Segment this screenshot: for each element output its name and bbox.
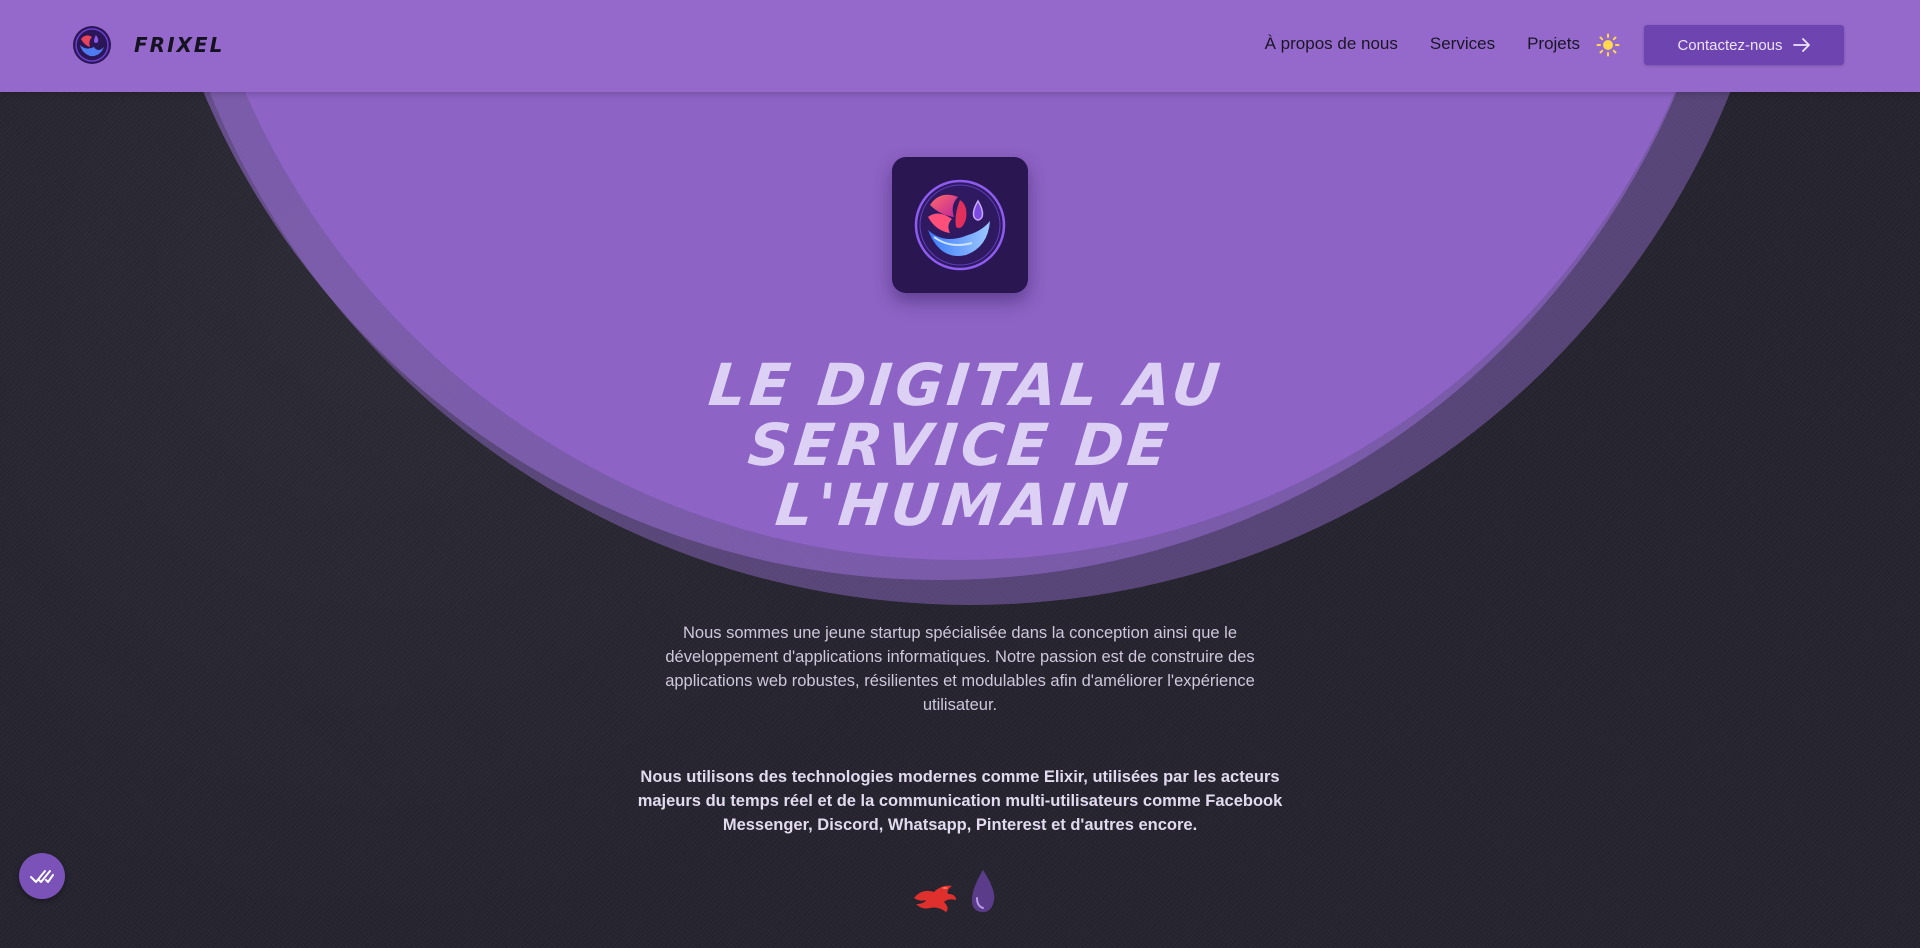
hero-title: LE DIGITAL AU SERVICE DE L'HUMAIN — [551, 351, 1370, 539]
brand-link[interactable]: FRIXEL — [72, 25, 224, 65]
hero-title-line-3: L'HUMAIN — [772, 471, 1135, 539]
checkmarks-icon — [30, 870, 54, 883]
hero-logo — [892, 157, 1028, 293]
brand-name: FRIXEL — [134, 33, 225, 57]
phoenix-framework-icon — [914, 885, 956, 912]
tech-paragraph: Nous utilisons des technologies modernes… — [637, 768, 1283, 834]
nav-link-about[interactable]: À propos de nous — [1265, 34, 1398, 54]
main-nav: À propos de nous Services Projets — [1233, 34, 1580, 54]
intro-paragraph: Nous sommes une jeune startup spécialisé… — [665, 624, 1255, 714]
contact-button-label: Contactez-nous — [1677, 36, 1783, 54]
floating-action-button[interactable] — [19, 853, 65, 899]
elixir-drop-icon — [972, 870, 995, 912]
site-header: FRIXEL À propos de nous Services Projets… — [0, 0, 1920, 92]
tech-icons — [912, 868, 998, 914]
hero-title-line-1: LE DIGITAL AU — [705, 351, 1227, 419]
page: FRIXEL À propos de nous Services Projets… — [0, 0, 1920, 948]
brand-logo-icon — [73, 26, 111, 64]
arrow-right-icon — [1792, 38, 1810, 52]
sun-icon[interactable] — [1596, 33, 1620, 57]
contact-button[interactable]: Contactez-nous — [1644, 25, 1844, 65]
nav-link-services[interactable]: Services — [1430, 34, 1495, 54]
nav-link-projects[interactable]: Projets — [1527, 34, 1580, 54]
phoenix-logo-icon — [914, 179, 1006, 271]
hero-title-line-2: SERVICE DE — [745, 411, 1175, 479]
